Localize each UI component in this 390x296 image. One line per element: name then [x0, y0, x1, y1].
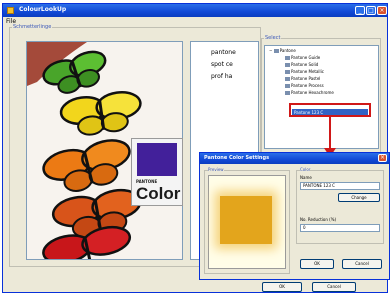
dialog-color-swatch [220, 196, 272, 244]
dialog-ok-button[interactable]: OK [300, 259, 334, 269]
color-settings-dialog: Pantone Color Settings × Preview Color N… [199, 152, 390, 280]
tree-node[interactable]: Pantone Process [285, 83, 324, 89]
footer-cancel-button[interactable]: Cancel [312, 282, 356, 292]
folder-icon [273, 49, 279, 53]
list-item[interactable]: pantone [211, 49, 236, 57]
maximize-icon[interactable]: □ [366, 6, 376, 15]
dialog-color-group-label: Color [300, 167, 311, 173]
window-title: ColourLookUp [19, 6, 67, 13]
list-item[interactable]: spot ce [211, 61, 233, 69]
folder-icon [285, 84, 290, 88]
folder-icon [285, 91, 290, 95]
name-label: Name [300, 175, 312, 180]
minimize-icon[interactable]: _ [355, 6, 365, 15]
expand-icon[interactable]: − [269, 48, 272, 53]
folder-icon [285, 56, 290, 60]
brand-color-text: Color [136, 184, 181, 203]
tree-node[interactable]: Pantone Metallic [285, 69, 324, 75]
tree-group-label: Select [264, 35, 282, 41]
dialog-preview-label: Preview [208, 167, 224, 173]
folder-icon [285, 77, 290, 81]
dialog-cancel-button[interactable]: Cancel [342, 259, 382, 269]
footer-ok-button[interactable]: OK [262, 282, 302, 292]
name-field[interactable]: PANTONE 123 C [300, 182, 380, 190]
dialog-close-icon[interactable]: × [378, 154, 387, 162]
tree-root[interactable]: − Pantone [269, 48, 296, 54]
menu-bar: File [3, 17, 387, 26]
tree-node[interactable]: Pantone Pastel [285, 76, 320, 82]
close-icon[interactable]: × [377, 6, 387, 15]
tree-node[interactable]: Pantone Hexachrome [285, 90, 334, 96]
folder-icon [285, 70, 290, 74]
callout-arrow-line [329, 117, 331, 150]
tree-node[interactable]: Pantone Solid [285, 62, 318, 68]
tree-node[interactable]: Pantone Guide [285, 55, 320, 61]
dialog-preview-area [208, 175, 286, 269]
dialog-title: Pantone Color Settings [204, 155, 270, 161]
title-bar: ColourLookUp _ □ × [3, 4, 387, 17]
purple-swatch [137, 143, 177, 176]
selection-highlight-box [289, 103, 371, 117]
change-button[interactable]: Change [338, 193, 380, 202]
color-tree[interactable]: − Pantone Pantone Guide Pantone Solid Pa… [264, 45, 379, 149]
app-icon [7, 7, 14, 14]
list-item[interactable]: prof ha [211, 73, 232, 81]
reduction-field[interactable]: 0 [300, 224, 380, 232]
color-swatch-card: PANTONE Color [131, 138, 183, 206]
preview-group-label: Schmetterlinge [12, 24, 53, 30]
folder-icon [285, 63, 290, 67]
dialog-title-bar: Pantone Color Settings × [200, 153, 389, 164]
reduction-label: No. Reduction (%) [300, 217, 337, 222]
